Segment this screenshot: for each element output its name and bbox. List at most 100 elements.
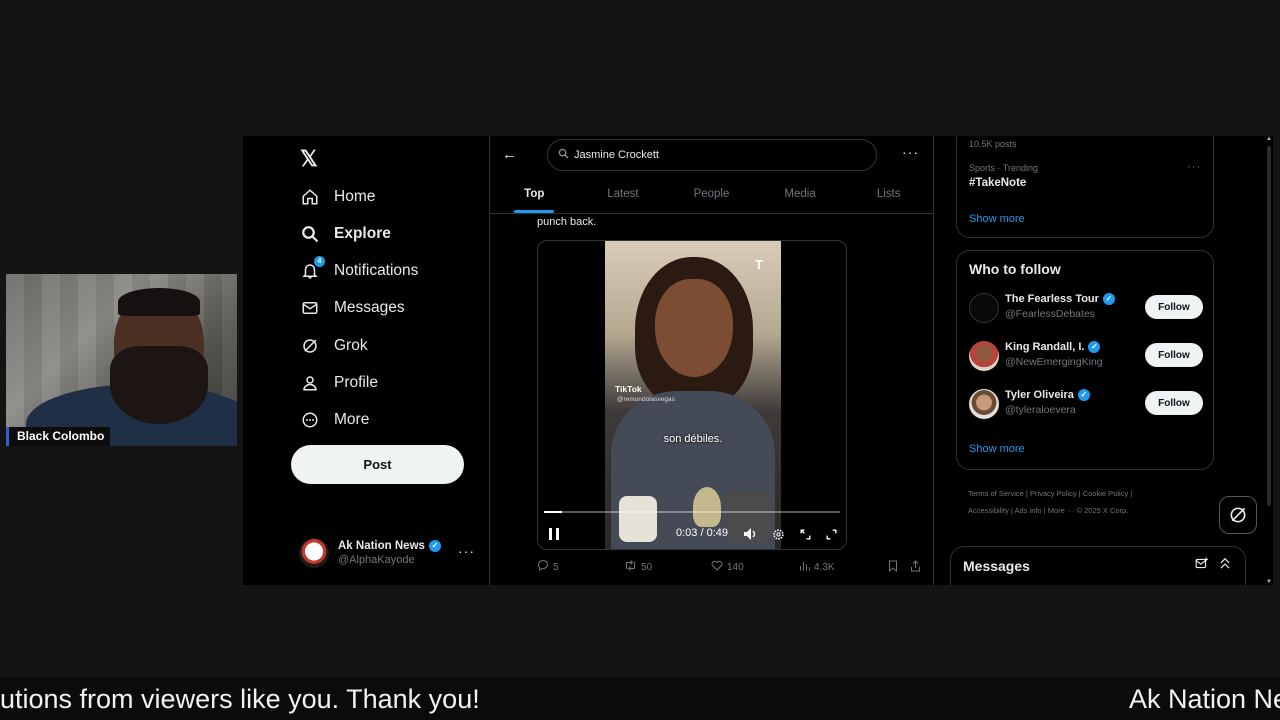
mail-icon [300,298,320,318]
bookmark-icon[interactable] [888,560,898,572]
who-to-follow-title: Who to follow [969,261,1061,277]
back-arrow-icon[interactable]: ← [502,146,517,163]
chevron-up-double-icon[interactable] [1219,557,1231,573]
account-name-row: Ak Nation News ✓ [338,540,441,552]
follow-button[interactable]: Follow [1145,343,1203,367]
verified-badge-icon: ✓ [428,540,441,552]
messages-drawer[interactable]: Messages [950,546,1246,585]
video-controls: 0:03 / 0:49 [538,522,846,546]
webcam-feed: Black Colombo [6,274,237,446]
page-scrollbar[interactable]: ▲ ▼ [1265,136,1273,585]
nav-grok-label: Grok [334,337,368,354]
search-icon [558,148,569,162]
repost-button[interactable]: 50 [624,560,652,574]
like-button[interactable]: 140 [711,560,744,574]
account-switcher[interactable]: Ak Nation News ✓ @AlphaKayode ··· [299,536,479,570]
video-progress-bar[interactable] [544,511,840,513]
video-progress-fill [544,511,562,513]
grok-icon [1230,507,1246,523]
suggestion-handle: @NewEmergingKing [1005,356,1103,368]
footer-line[interactable]: Terms of Service | Privacy Policy | Cook… [968,485,1208,502]
nav-notifications[interactable]: 4 Notifications [300,256,419,285]
nav-messages-label: Messages [334,299,405,316]
suggestion-name: Tyler Oliveira [1005,389,1074,401]
scroll-up-arrow-icon[interactable]: ▲ [1266,136,1272,142]
trend-options-dots-icon[interactable]: ··· [1187,161,1201,173]
fullscreen-icon[interactable] [822,522,840,546]
x-logo-icon[interactable]: 𝕏 [300,146,318,172]
post-button[interactable]: Post [291,445,464,484]
verified-badge-icon: ✓ [1077,389,1090,401]
tab-top[interactable]: Top [490,176,579,213]
reply-icon [537,560,549,574]
heart-icon [711,560,723,574]
account-menu-dots-icon[interactable]: ··· [458,543,475,559]
reply-button[interactable]: 5 [537,560,559,574]
tiktok-handle: @remundolasvegas [617,396,675,403]
tab-media[interactable]: Media [756,176,845,213]
account-avatar [299,538,329,568]
follow-suggestion[interactable]: Tyler Oliveira ✓ @tyleraloevera Follow [969,387,1203,421]
ticker-text: utions from viewers like you. Thank you! [0,684,480,714]
follow-button[interactable]: Follow [1145,295,1203,319]
nav-home-label: Home [334,188,376,205]
nav-profile[interactable]: Profile [300,369,378,397]
footer-line[interactable]: Accessibility | Ads info | More ··· © 20… [968,502,1208,519]
nav-explore-label: Explore [334,225,391,242]
nav-home[interactable]: Home [300,183,375,211]
video-time: 0:03 / 0:49 [676,527,728,539]
trends-show-more-link[interactable]: Show more [969,213,1025,225]
nav-grok[interactable]: Grok [300,332,368,360]
who-to-follow-card: Who to follow The Fearless Tour ✓ @Fearl… [956,250,1214,470]
new-message-icon[interactable] [1195,557,1209,573]
nav-more-label: More [334,411,370,428]
nav-explore[interactable]: Explore [300,220,391,248]
repost-count: 50 [641,561,653,573]
volume-icon[interactable] [742,522,760,546]
suggestion-name: The Fearless Tour [1005,293,1099,305]
more-circle-icon [300,410,320,430]
follow-suggestion[interactable]: The Fearless Tour ✓ @FearlessDebates Fol… [969,291,1203,325]
search-options-dots-icon[interactable]: ··· [902,144,919,160]
views-button[interactable]: 4.3K [799,560,835,574]
scroll-down-arrow-icon[interactable]: ▼ [1266,579,1272,585]
follow-show-more-link[interactable]: Show more [969,443,1025,455]
scroll-thumb[interactable] [1267,146,1271,506]
grok-floating-button[interactable] [1219,496,1257,534]
suggestion-avatar [969,389,999,419]
nav-notifications-label: Notifications [334,262,419,279]
suggestion-avatar [969,341,999,371]
pause-icon[interactable] [546,522,562,546]
footer-links: Terms of Service | Privacy Policy | Cook… [968,485,1208,519]
follow-suggestion[interactable]: King Randall, I. ✓ @NewEmergingKing Foll… [969,339,1203,373]
video-subject-face [655,279,733,377]
webcam-person-beard [110,346,208,424]
microphone-shape [693,487,721,527]
picture-in-picture-icon[interactable] [796,522,814,546]
follow-button[interactable]: Follow [1145,391,1203,415]
search-icon [300,224,320,244]
verified-badge-icon: ✓ [1088,341,1101,353]
grok-icon [300,336,320,356]
nav-more[interactable]: More [300,406,369,434]
bell-icon: 4 [300,256,325,281]
stream-stage: Black Colombo 𝕏 Home Explore 4 Notificat… [0,0,1280,720]
nav-messages[interactable]: Messages [300,294,405,322]
tab-people[interactable]: People [667,176,756,213]
search-input[interactable]: Jasmine Crockett [547,139,877,171]
tab-latest[interactable]: Latest [579,176,668,213]
share-icon[interactable] [910,560,921,572]
webcam-name-label: Black Colombo [6,427,111,446]
search-tabs: Top Latest People Media Lists [490,176,933,214]
views-chart-icon [799,560,810,574]
tab-lists[interactable]: Lists [844,176,933,213]
stream-ticker: utions from viewers like you. Thank you!… [0,678,1280,720]
video-player[interactable]: TikTok @remundolasvegas T son débiles. 0… [537,240,847,550]
trend-hashtag[interactable]: #TakeNote [969,177,1026,189]
x-browser-window: 𝕏 Home Explore 4 Notifications Messages … [243,136,1273,585]
right-sidebar: 10.5K posts Sports · Trending #TakeNote … [934,136,1273,585]
trends-card: 10.5K posts Sports · Trending #TakeNote … [956,136,1214,238]
telemundo-logo-icon: T [755,257,763,272]
tweet-actions: 5 50 140 4.3K [537,558,927,578]
settings-gear-icon[interactable] [769,522,787,546]
